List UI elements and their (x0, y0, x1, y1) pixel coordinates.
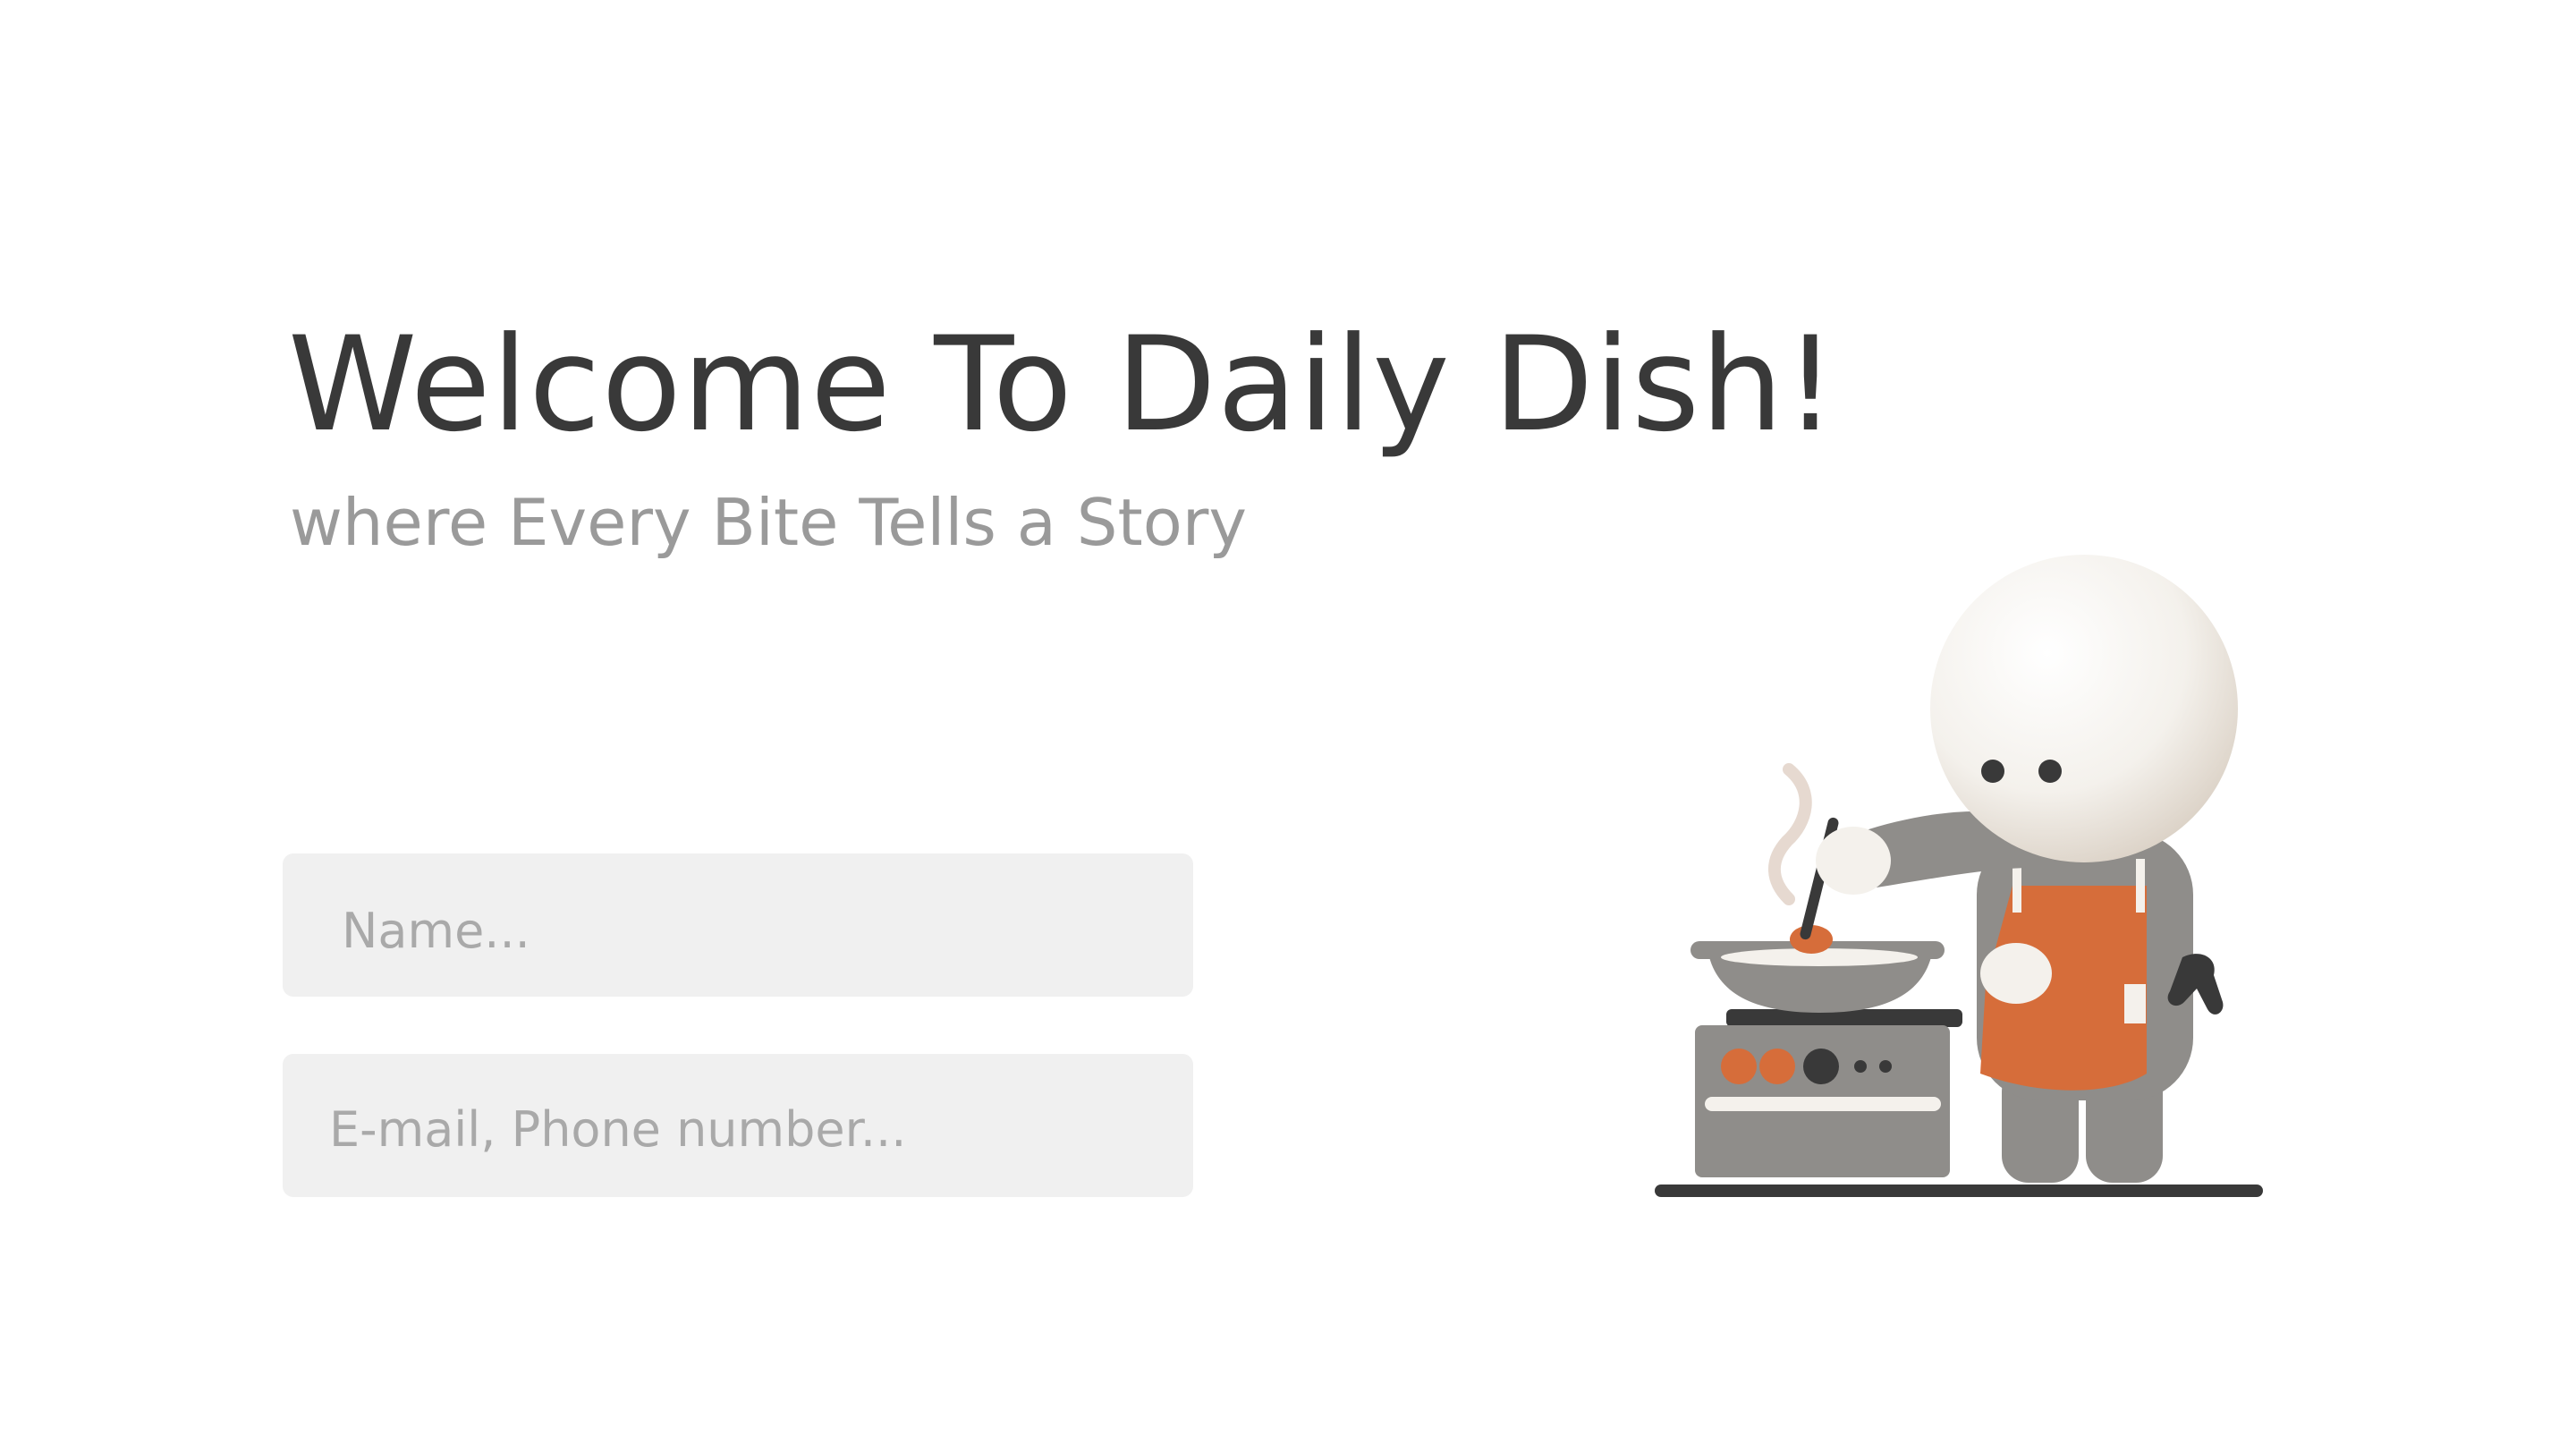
name-input[interactable] (283, 853, 1193, 997)
stove-knob-3 (1803, 1049, 1839, 1084)
steam-icon (1768, 763, 1812, 905)
page-subtitle: where Every Bite Tells a Story (290, 485, 1247, 560)
stove-knob-1 (1721, 1049, 1757, 1084)
contact-input[interactable] (283, 1054, 1193, 1197)
floor-line (1655, 1185, 2263, 1197)
stove-knob-2 (1759, 1049, 1795, 1084)
resting-hand (1980, 943, 2052, 1004)
stirring-hand (1816, 827, 1891, 895)
stove (1695, 1009, 1962, 1177)
right-eye (2038, 760, 2062, 783)
chef-illustration (1655, 555, 2263, 1197)
pan (1690, 925, 1945, 1013)
page-title: Welcome To Daily Dish! (288, 309, 1838, 461)
landing-page: Welcome To Daily Dish! where Every Bite … (0, 0, 2576, 1452)
chef-head (1930, 555, 2238, 862)
left-eye (1981, 760, 2004, 783)
